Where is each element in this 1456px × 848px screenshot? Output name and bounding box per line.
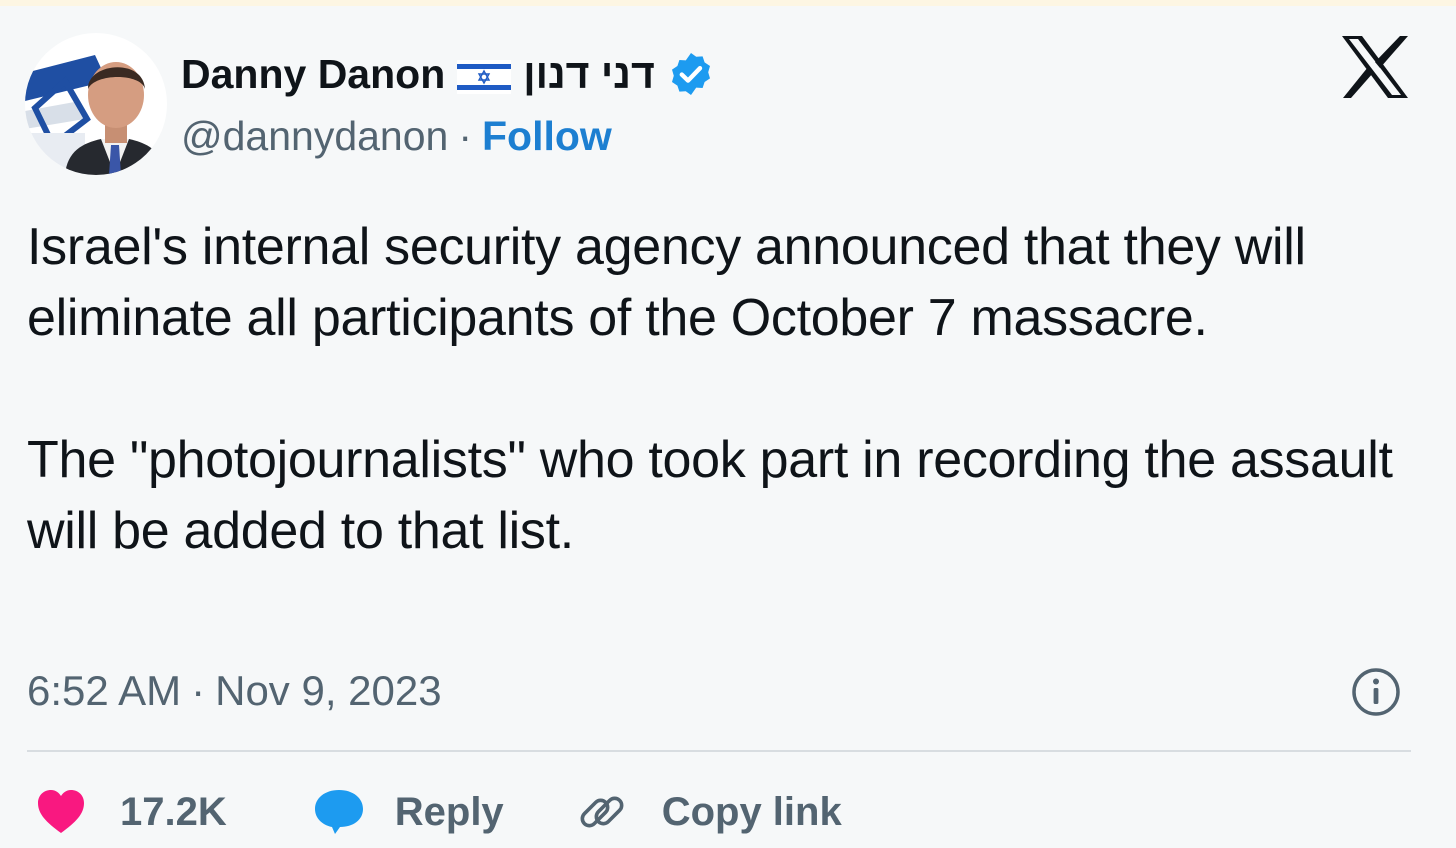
- avatar[interactable]: [25, 33, 167, 175]
- link-icon: [580, 796, 624, 828]
- like-button[interactable]: 17.2K: [36, 789, 227, 835]
- verified-badge-icon: [667, 50, 715, 98]
- speech-bubble-icon: [314, 790, 363, 834]
- x-logo-icon[interactable]: [1340, 34, 1410, 100]
- israel-flag-icon: [457, 57, 512, 94]
- timestamp-separator: ·: [191, 667, 206, 714]
- copy-link-button[interactable]: Copy link: [576, 786, 842, 838]
- reply-button[interactable]: Reply: [313, 788, 504, 836]
- reply-label: Reply: [394, 789, 504, 834]
- follow-button[interactable]: Follow: [482, 113, 612, 160]
- tweet-timestamp[interactable]: 6:52 AM · Nov 9, 2023: [27, 661, 442, 721]
- copy-link-label: Copy link: [661, 789, 842, 834]
- author-name-row: Danny Danon דני דנון: [181, 46, 715, 102]
- author-handle[interactable]: @dannydanon: [181, 113, 448, 160]
- info-icon[interactable]: [1350, 666, 1402, 718]
- heart-icon: [38, 790, 84, 833]
- tweet-date: Nov 9, 2023: [215, 667, 442, 714]
- like-count: 17.2K: [120, 789, 227, 834]
- tweet-embed-card: Danny Danon דני דנון @dannydanon · Follo…: [0, 6, 1456, 848]
- tweet-text: Israel's internal security agency announ…: [27, 218, 1393, 560]
- separator-dot: ·: [458, 112, 472, 159]
- author-handle-row: @dannydanon · Follow: [181, 110, 612, 162]
- author-display-name[interactable]: Danny Danon: [181, 51, 445, 98]
- tweet-time: 6:52 AM: [27, 667, 182, 714]
- divider: [27, 750, 1411, 752]
- avatar-photo: [25, 33, 167, 175]
- author-hebrew-name: דני דנון: [523, 50, 655, 97]
- action-bar: 17.2K Reply Copy link: [36, 782, 842, 842]
